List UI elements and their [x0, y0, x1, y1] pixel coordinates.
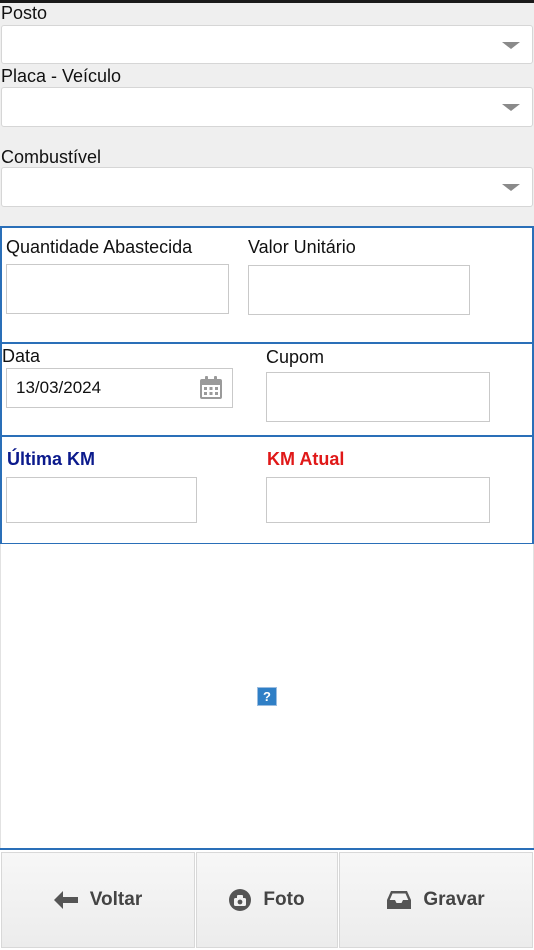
- calendar-icon[interactable]: [199, 376, 223, 400]
- quantidade-input[interactable]: [6, 264, 229, 314]
- cupom-input[interactable]: [266, 372, 490, 422]
- data-input[interactable]: 13/03/2024: [6, 368, 233, 408]
- valor-unitario-input[interactable]: [248, 265, 470, 315]
- data-label: Data: [2, 346, 41, 366]
- ultima-km-input[interactable]: [6, 477, 197, 523]
- foto-label: Foto: [263, 889, 305, 910]
- chevron-down-icon: [502, 41, 520, 49]
- foto-button[interactable]: Foto: [196, 852, 338, 948]
- placa-label: Placa - Veículo: [1, 66, 122, 86]
- bottom-toolbar: Voltar Foto Gravar: [0, 848, 534, 950]
- combustivel-label: Combustível: [1, 147, 102, 167]
- quantidade-label: Quantidade Abastecida: [6, 237, 193, 257]
- cupom-label: Cupom: [266, 347, 325, 367]
- placa-select[interactable]: [1, 87, 533, 127]
- inbox-icon: [387, 891, 412, 909]
- posto-label: Posto: [1, 3, 48, 23]
- km-atual-label: KM Atual: [267, 449, 345, 469]
- gravar-label: Gravar: [423, 889, 485, 910]
- posto-select[interactable]: [1, 25, 533, 64]
- combustivel-select[interactable]: [1, 167, 533, 207]
- camera-icon: [229, 889, 252, 911]
- gravar-button[interactable]: Gravar: [339, 852, 533, 948]
- chevron-down-icon: [502, 184, 520, 191]
- voltar-label: Voltar: [89, 889, 143, 910]
- chevron-down-icon: [502, 104, 520, 111]
- arrow-left-icon: [53, 891, 78, 909]
- valor-unitario-label: Valor Unitário: [248, 237, 356, 257]
- voltar-button[interactable]: Voltar: [1, 852, 195, 948]
- ultima-km-label: Última KM: [7, 449, 96, 469]
- data-value: 13/03/2024: [16, 378, 102, 397]
- km-atual-input[interactable]: [266, 477, 490, 523]
- help-icon[interactable]: ?: [257, 687, 277, 706]
